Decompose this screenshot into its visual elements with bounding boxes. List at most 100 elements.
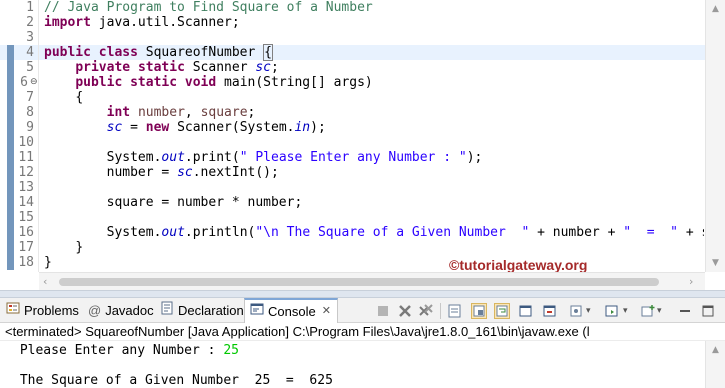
console-output[interactable]: Please Enter any Number : 25 The Square …	[0, 341, 705, 388]
variable-token: square	[200, 105, 248, 120]
tab-problems[interactable]: Problems	[6, 298, 79, 323]
matching-brace: {	[263, 44, 273, 61]
scroll-left-icon[interactable]: ‹	[43, 273, 47, 290]
tab-label: Console	[268, 304, 316, 319]
code-text: ;	[247, 105, 256, 120]
line-number: 4	[26, 45, 34, 60]
code-text: ;	[271, 60, 279, 75]
line-number: 2	[26, 15, 34, 30]
remove-launch-icon[interactable]	[397, 303, 413, 319]
line-number: 14	[18, 195, 34, 210]
console-line: Please Enter any Number : 25	[12, 343, 239, 358]
line-number: 5	[26, 60, 34, 75]
code-text: );	[310, 120, 326, 135]
keyword-token: public	[44, 45, 91, 60]
console-status-line: <terminated> SquareofNumber [Java Applic…	[0, 323, 725, 341]
field-token: out	[161, 225, 185, 240]
line-number: 15	[18, 210, 34, 225]
code-text: Scanner	[184, 60, 256, 75]
remove-all-terminated-icon[interactable]	[418, 303, 434, 319]
console-line: The Square of a Given Number 25 = 625	[12, 373, 333, 388]
line-number: 3	[26, 30, 34, 45]
problems-icon	[6, 298, 20, 323]
keyword-token: static	[137, 60, 185, 75]
code-text: square = number * number;	[106, 195, 303, 210]
field-token: in	[294, 120, 311, 135]
line-number: 7	[26, 90, 34, 105]
code-text: }	[75, 240, 84, 255]
line-number: 13	[18, 180, 34, 195]
tab-declaration[interactable]: Declaration	[160, 298, 244, 323]
code-text: + square);	[685, 225, 704, 240]
open-console-icon[interactable]	[640, 303, 656, 319]
scroll-right-icon[interactable]: ›	[689, 273, 693, 290]
panel-separator[interactable]	[0, 290, 725, 298]
tab-label: Problems	[24, 303, 79, 318]
console-vertical-scrollbar[interactable]: ▲	[705, 341, 725, 388]
scroll-lock-icon[interactable]	[471, 303, 487, 319]
line-number: 18	[18, 255, 34, 270]
code-text: main(String[] args)	[216, 75, 373, 90]
panel-tab-bar: Problems @ Javadoc Declaration Console ✕…	[0, 298, 725, 323]
display-console-icon[interactable]	[604, 303, 620, 319]
code-line: }	[44, 255, 52, 270]
console-prompt: Please Enter any Number :	[12, 343, 224, 358]
terminate-icon[interactable]	[375, 303, 391, 319]
code-area[interactable]: // Java Program to Find Square of a Numb…	[44, 0, 704, 272]
scrollbar-thumb[interactable]	[59, 278, 659, 286]
keyword-token: private	[75, 60, 131, 75]
keyword-token: new	[145, 120, 170, 135]
pin-console-icon[interactable]	[568, 303, 584, 319]
line-number: 8	[26, 105, 34, 120]
code-text: =	[122, 120, 146, 135]
chevron-down-icon[interactable]: ▾	[657, 303, 673, 319]
maximize-icon[interactable]	[700, 303, 716, 319]
line-number-gutter: 1 2 3 4 5 6 ⊖ 7 8 9 10 11 12 13 14 15 16 …	[0, 0, 38, 272]
code-text: .println(	[184, 225, 256, 240]
string-token: "\n The Square of a Given Number "	[255, 225, 530, 240]
scroll-up-icon[interactable]: ▲	[706, 344, 725, 356]
line-number: 6	[20, 75, 28, 90]
code-line: public class SquareofNumber {	[44, 44, 273, 61]
line-number: 9	[26, 120, 34, 135]
code-line: import java.util.Scanner;	[44, 15, 240, 30]
field-token: sc	[106, 120, 123, 135]
comment-token: // Java Program to Find Square of a Numb…	[44, 0, 373, 15]
field-token: out	[161, 150, 185, 165]
code-text: }	[44, 255, 52, 270]
editor-vertical-scrollbar[interactable]: ▲ ▼	[705, 0, 725, 272]
scroll-down-icon[interactable]: ▼	[706, 256, 725, 270]
field-token: sc	[255, 60, 272, 75]
code-text: .print(	[184, 150, 240, 165]
line-number: 1	[26, 0, 34, 15]
tab-console[interactable]: Console ✕	[244, 298, 338, 323]
close-tab-icon[interactable]: ✕	[322, 299, 331, 324]
chevron-down-icon[interactable]: ▾	[586, 303, 602, 319]
code-line: // Java Program to Find Square of a Numb…	[44, 0, 373, 15]
code-line: square = number * number;	[44, 195, 303, 210]
code-editor[interactable]: 1 2 3 4 5 6 ⊖ 7 8 9 10 11 12 13 14 15 16 …	[0, 0, 725, 290]
keyword-token: int	[106, 105, 131, 120]
tab-label: Javadoc	[105, 303, 154, 318]
variable-token: number	[137, 105, 185, 120]
code-text: {	[75, 90, 84, 105]
code-text: number =	[106, 165, 178, 180]
editor-horizontal-scrollbar[interactable]: ‹ ›	[39, 272, 705, 290]
minimize-icon[interactable]	[677, 303, 693, 319]
scroll-up-icon[interactable]: ▲	[706, 2, 725, 16]
tab-javadoc[interactable]: @ Javadoc	[88, 298, 154, 323]
show-on-output-icon[interactable]	[518, 303, 534, 319]
code-line: System.out.print(" Please Enter any Numb…	[44, 150, 483, 165]
line-number: 12	[18, 165, 34, 180]
tab-label: Declaration	[178, 303, 244, 318]
field-token: sc	[177, 165, 193, 180]
chevron-down-icon[interactable]: ▾	[623, 303, 639, 319]
string-token: " Please Enter any Number : "	[239, 150, 467, 165]
code-line: sc = new Scanner(System.in);	[44, 120, 326, 135]
clear-console-icon[interactable]	[447, 303, 463, 319]
line-number: 17	[18, 240, 34, 255]
keyword-token: import	[44, 15, 91, 30]
show-on-error-icon[interactable]	[542, 303, 558, 319]
code-line: }	[44, 240, 83, 255]
word-wrap-icon[interactable]	[494, 303, 510, 319]
